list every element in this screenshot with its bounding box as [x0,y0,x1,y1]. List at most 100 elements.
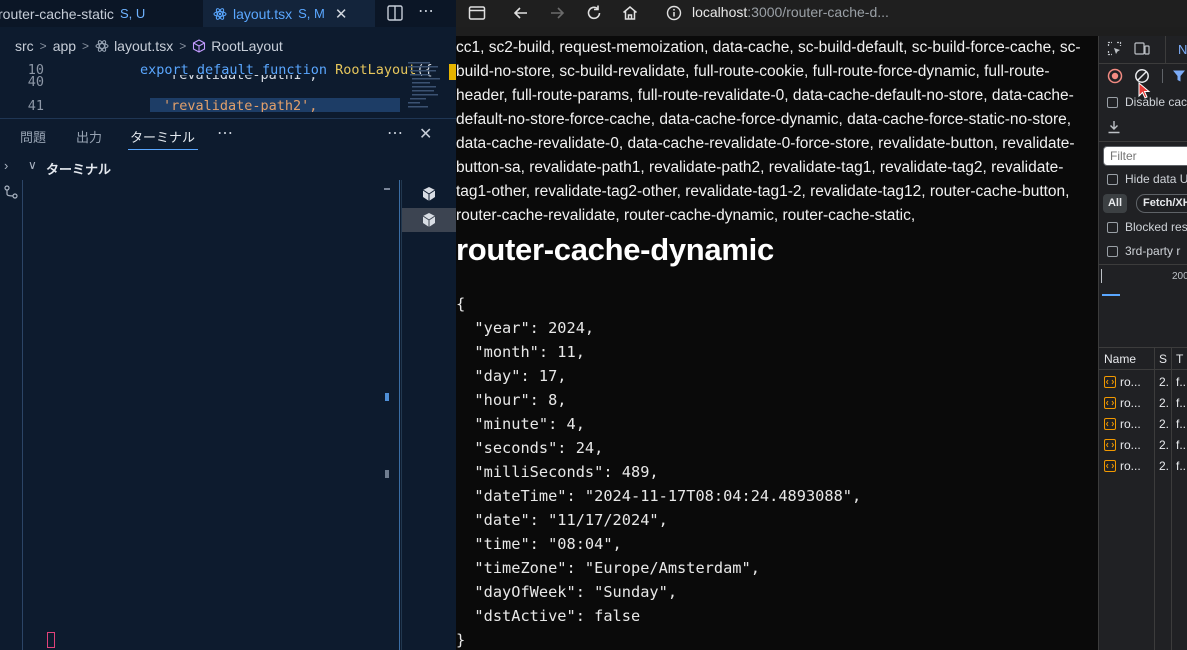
table-row[interactable]: ro... 2. f... [1099,414,1187,435]
table-row[interactable]: ro... 2. f... [1099,456,1187,477]
disable-cache-checkbox[interactable] [1107,97,1118,108]
filter-all-button[interactable]: All [1103,194,1127,213]
route-links[interactable]: cc1, sc2-build, request-memoization, dat… [456,36,1096,228]
request-status: 2. [1159,396,1170,410]
devtools-tab-network[interactable]: N [1178,42,1187,57]
column-status[interactable]: S [1159,352,1167,366]
address-bar[interactable]: localhost:3000/router-cache-d... [692,4,889,20]
json-output: { "year": 2024, "month": 11, "day": 17, … [456,292,861,650]
network-overview[interactable]: 200 [1099,264,1187,348]
line-number: 41 [27,98,44,112]
terminal-instance[interactable] [402,182,456,206]
devtools-panel: N Disable cac Hide data U All Fetch/XH B… [1098,36,1187,650]
blocked-requests-checkbox[interactable] [1107,222,1118,233]
filter-fetch-xhr-button[interactable]: Fetch/XH [1136,194,1187,213]
json-line: "month": 11, [456,343,585,361]
column-name[interactable]: Name [1104,352,1136,366]
code-editor[interactable]: 10 export default function RootLayout({ … [0,60,456,112]
minimap-modified-marker [449,64,456,80]
back-icon[interactable] [512,4,530,22]
request-status: 2. [1159,438,1170,452]
tab-output[interactable]: 出力 [76,127,102,146]
request-name: ro... [1120,417,1141,431]
device-toolbar-icon[interactable] [1134,41,1150,56]
timeline-label: 200 [1172,271,1187,282]
request-status: 2. [1159,417,1170,431]
tab-router-cache-static[interactable]: router-cache-static S, U [0,0,145,27]
panel-more-icon[interactable]: ⋯ [387,123,403,143]
home-icon[interactable] [621,4,639,22]
tab-status: S, M [298,6,325,21]
request-type: f... [1176,396,1187,410]
tab-terminal[interactable]: ターミナル [130,127,195,146]
more-tabs-icon[interactable]: ⋯ [217,123,233,143]
breadcrumb-item-symbol[interactable]: RootLayout [211,38,283,54]
column-type[interactable]: T [1176,352,1183,366]
filter-icon[interactable] [1172,69,1186,83]
request-name: ro... [1120,375,1141,389]
chevron-down-icon[interactable]: ∨ [28,158,37,172]
blocked-requests-label: Blocked res [1125,220,1187,234]
request-type: f... [1176,459,1187,473]
hide-data-urls-label: Hide data U [1125,172,1187,186]
json-line: "day": 17, [456,367,567,385]
request-status: 2. [1159,375,1170,389]
forward-icon[interactable] [548,4,566,22]
import-har-icon[interactable] [1107,120,1121,134]
disable-cache-label: Disable cac [1125,95,1187,109]
terminal-instance-active[interactable] [402,208,456,232]
tab-problems[interactable]: 問題 [20,127,46,146]
json-line: "year": 2024, [456,319,595,337]
panel-close-icon[interactable]: ✕ [419,124,432,144]
terminal-output[interactable] [22,180,400,650]
timeline-request-bar [1102,294,1120,296]
document-icon [1104,376,1116,388]
split-editor-icon[interactable] [386,4,404,22]
breadcrumb-item-file[interactable]: layout.tsx [114,38,173,54]
line-number: 40 [27,75,44,89]
info-icon[interactable] [666,5,682,21]
breadcrumb-item-app[interactable]: app [53,38,76,54]
chevron-right-icon: > [179,39,187,53]
scrollbar-thumb[interactable] [384,188,390,190]
request-name: ro... [1120,396,1141,410]
devtools-tab-bar: N [1099,36,1187,64]
symbol-cube-icon [193,39,206,53]
table-row[interactable]: ro... 2. f... [1099,372,1187,393]
filter-input[interactable] [1103,146,1187,166]
table-row[interactable]: ro... 2. f... [1099,435,1187,456]
inspect-icon[interactable] [1107,41,1122,56]
json-line: } [456,631,466,649]
reload-icon[interactable] [585,4,603,22]
network-table-header: Name S T [1099,348,1187,370]
tab-layout-tsx[interactable]: layout.tsx S, M ✕ [203,0,375,27]
page-content: cc1, sc2-build, request-memoization, dat… [456,36,1098,650]
document-icon [1104,418,1116,430]
document-icon [1104,397,1116,409]
record-stop-icon[interactable] [1107,68,1123,84]
chevron-right-icon[interactable]: › [4,158,8,173]
json-line: "timeZone": "Europe/Amsterdam", [456,559,760,577]
source-control-icon[interactable] [3,184,19,200]
sidebar-toggle-icon[interactable] [468,4,486,22]
react-icon [95,40,109,52]
chevron-right-icon: > [39,39,47,53]
breadcrumb-item-src[interactable]: src [15,38,34,54]
terminal-cursor [47,632,55,648]
hide-data-urls-checkbox[interactable] [1107,174,1118,185]
browser-toolbar: localhost:3000/router-cache-d... [456,0,1187,27]
third-party-checkbox[interactable] [1107,246,1118,257]
panel-tab-bar: 問題 出力 ターミナル ⋯ ⋯ ✕ [0,118,456,150]
vscode-window: router-cache-static S, U layout.tsx S, M… [0,0,456,650]
table-row[interactable]: ro... 2. f... [1099,393,1187,414]
code-line: 41 'revalidate-path2', [0,96,420,112]
more-actions-icon[interactable]: ⋯ [418,1,435,20]
tab-label: layout.tsx [233,5,293,22]
request-type: f... [1176,438,1187,452]
breadcrumb: src > app > layout.tsx > RootLayout [0,34,456,58]
close-icon[interactable]: ✕ [335,5,348,23]
request-name: ro... [1120,459,1141,473]
request-name: ro... [1120,438,1141,452]
active-tab-indicator [128,149,198,150]
json-line: "dayOfWeek": "Sunday", [456,583,678,601]
